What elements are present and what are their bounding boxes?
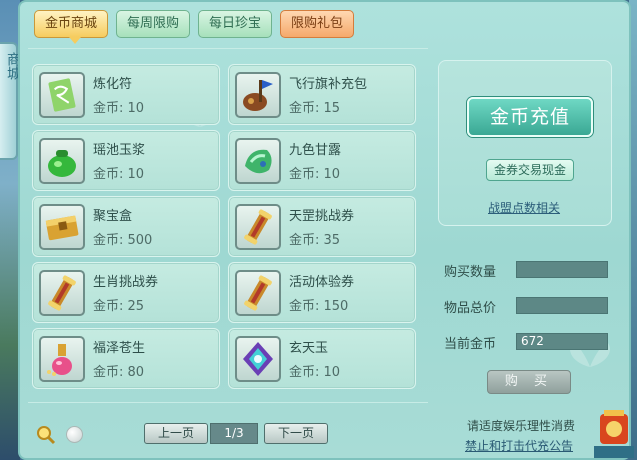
item-name: 天罡挑战券 (289, 209, 355, 224)
item-name: 生肖挑战券 (93, 275, 159, 290)
item-price: 金币: 500 (93, 233, 153, 248)
treasure-box-icon (39, 204, 85, 250)
magnifier-icon[interactable] (36, 425, 56, 445)
item-price: 金币: 10 (289, 365, 341, 380)
shop-item[interactable]: 生肖挑战券 金币: 25 (32, 262, 220, 323)
shop-item[interactable]: 活动体验券 金币: 150 (228, 262, 416, 323)
current-gold-value: 672 (516, 333, 608, 350)
item-name: 玄天玉 (289, 341, 329, 356)
page-indicator: 1/3 (210, 423, 258, 444)
anti-proxy-recharge-notice-link[interactable]: 禁止和打击代充公告 (465, 437, 573, 454)
shop-panel: 金币商城 每周限购 每日珍宝 限购礼包 炼化符 金币: 10 飞行旗补充包 金币… (18, 0, 631, 460)
item-name: 飞行旗补充包 (289, 77, 368, 92)
scroll-icon (235, 204, 281, 250)
scroll-icon (235, 270, 281, 316)
jade-stone-icon (235, 138, 281, 184)
tab-limited-gift-pack[interactable]: 限购礼包 (280, 10, 355, 38)
talisman-icon (39, 72, 85, 118)
item-name: 活动体验券 (289, 275, 355, 290)
shop-tabs: 金币商城 每周限购 每日珍宝 限购礼包 (34, 10, 355, 38)
item-price: 金币: 15 (289, 101, 341, 116)
shop-item[interactable]: 飞行旗补充包 金币: 15 (228, 64, 416, 125)
pearl-icon[interactable] (66, 426, 83, 443)
shop-item[interactable]: 瑶池玉浆 金币: 10 (32, 130, 220, 191)
shop-item[interactable]: 玄天玉 金币: 10 (228, 328, 416, 389)
moderation-notice: 请适度娱乐理性消费 (467, 419, 576, 433)
flag-pack-icon (235, 72, 281, 118)
item-name: 福泽苍生 (93, 341, 146, 356)
tab-divider (28, 48, 428, 49)
item-name: 瑶池玉浆 (93, 143, 146, 158)
shop-item[interactable]: 聚宝盒 金币: 500 (32, 196, 220, 257)
item-name: 九色甘露 (289, 143, 342, 158)
shop-side-tab[interactable]: 商城 (0, 42, 21, 160)
tab-daily-treasure[interactable]: 每日珍宝 (198, 10, 273, 38)
gold-recharge-button[interactable]: 金币充值 (467, 97, 593, 137)
shop-item[interactable]: 福泽苍生 金币: 80 (32, 328, 220, 389)
item-price: 金币: 35 (289, 233, 341, 248)
prev-page-button[interactable]: 上一页 (144, 423, 208, 444)
event-lantern-icon[interactable] (594, 404, 634, 458)
bottom-divider (28, 402, 428, 403)
current-gold-label: 当前金币 (444, 337, 497, 352)
item-price: 金币: 10 (93, 167, 145, 182)
shop-item[interactable]: 九色甘露 金币: 10 (228, 130, 416, 191)
item-price: 金币: 150 (289, 299, 349, 314)
item-price: 金币: 80 (93, 365, 145, 380)
tab-gold-shop[interactable]: 金币商城 (34, 10, 109, 38)
voucher-exchange-button[interactable]: 金券交易现金 (486, 159, 574, 181)
quantity-label: 购买数量 (444, 265, 497, 280)
item-price: 金币: 10 (93, 101, 145, 116)
item-price: 金币: 10 (289, 167, 341, 182)
recharge-panel: 金币充值 金券交易现金 战盟点数相关 (438, 60, 612, 226)
buy-button[interactable]: 购 买 (487, 370, 571, 394)
total-price-label: 物品总价 (444, 301, 497, 316)
item-name: 聚宝盒 (93, 209, 133, 224)
item-price: 金币: 25 (93, 299, 145, 314)
potion-icon (39, 336, 85, 382)
jade-pouch-icon (39, 138, 85, 184)
total-price-value (516, 297, 608, 314)
tab-weekly-limited[interactable]: 每周限购 (116, 10, 191, 38)
item-grid: 炼化符 金币: 10 飞行旗补充包 金币: 15 瑶池玉浆 金币: 10 九色甘… (32, 64, 422, 389)
shop-item[interactable]: 天罡挑战券 金币: 35 (228, 196, 416, 257)
shop-item[interactable]: 炼化符 金币: 10 (32, 64, 220, 125)
scroll-icon (39, 270, 85, 316)
item-name: 炼化符 (93, 77, 133, 92)
alliance-points-link[interactable]: 战盟点数相关 (488, 199, 560, 216)
quantity-input[interactable] (516, 261, 608, 278)
gem-icon (235, 336, 281, 382)
next-page-button[interactable]: 下一页 (264, 423, 328, 444)
